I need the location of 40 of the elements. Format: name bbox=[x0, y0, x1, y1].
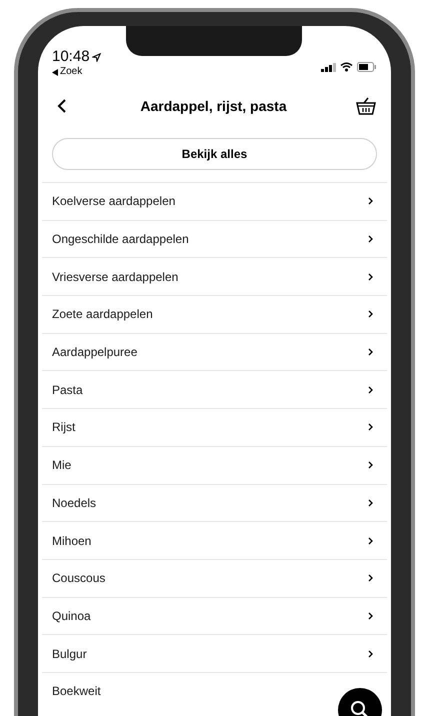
category-label: Ongeschilde aardappelen bbox=[52, 231, 189, 248]
category-row[interactable]: Couscous bbox=[42, 558, 387, 597]
category-label: Aardappelpuree bbox=[52, 344, 138, 362]
category-label: Mie bbox=[52, 457, 72, 474]
category-label: Noedels bbox=[52, 494, 96, 512]
search-icon bbox=[350, 700, 370, 716]
basket-icon bbox=[356, 97, 376, 115]
location-arrow-icon bbox=[92, 52, 101, 62]
view-all-button[interactable]: Bekijk alles bbox=[52, 138, 377, 170]
category-label: Rijst bbox=[52, 419, 76, 436]
category-label: Koelverse aardappelen bbox=[52, 193, 176, 210]
back-to-app-link[interactable]: Zoek bbox=[52, 66, 101, 78]
category-label: Couscous bbox=[52, 570, 106, 588]
category-row[interactable]: Rijst bbox=[42, 408, 387, 446]
category-row[interactable]: Ongeschilde aardappelen bbox=[42, 220, 387, 258]
category-label: Zoete aardappelen bbox=[52, 306, 153, 324]
category-row[interactable]: Zoete aardappelen bbox=[42, 295, 387, 333]
category-label: Boekweit bbox=[52, 683, 101, 700]
category-row[interactable]: Vriesverse aardappelen bbox=[42, 257, 387, 296]
chevron-left-icon bbox=[57, 99, 67, 113]
category-row[interactable]: Pasta bbox=[42, 370, 387, 408]
status-time: 10:48 bbox=[52, 48, 90, 66]
category-label: Quinoa bbox=[52, 608, 91, 625]
back-triangle-icon bbox=[52, 68, 58, 76]
category-row[interactable]: Noedels bbox=[42, 484, 387, 522]
category-label: Mihoen bbox=[52, 532, 92, 550]
category-row[interactable]: Mihoen bbox=[42, 521, 387, 559]
battery-icon bbox=[357, 62, 377, 72]
category-row[interactable]: Aardappelpuree bbox=[42, 332, 387, 370]
category-label: Bulgur bbox=[52, 646, 87, 663]
signal-icon bbox=[321, 62, 336, 72]
category-row[interactable]: Quinoa bbox=[42, 596, 387, 634]
category-row[interactable]: Koelverse aardappelen bbox=[42, 182, 387, 220]
category-label: Vriesverse aardappelen bbox=[52, 268, 178, 286]
category-row[interactable]: Mie bbox=[42, 446, 387, 484]
category-label: Pasta bbox=[52, 382, 83, 399]
basket-button[interactable] bbox=[355, 95, 377, 117]
wifi-icon bbox=[340, 62, 353, 72]
category-row[interactable]: Bulgur bbox=[42, 634, 387, 672]
page-title: Aardappel, rijst, pasta bbox=[140, 96, 287, 116]
